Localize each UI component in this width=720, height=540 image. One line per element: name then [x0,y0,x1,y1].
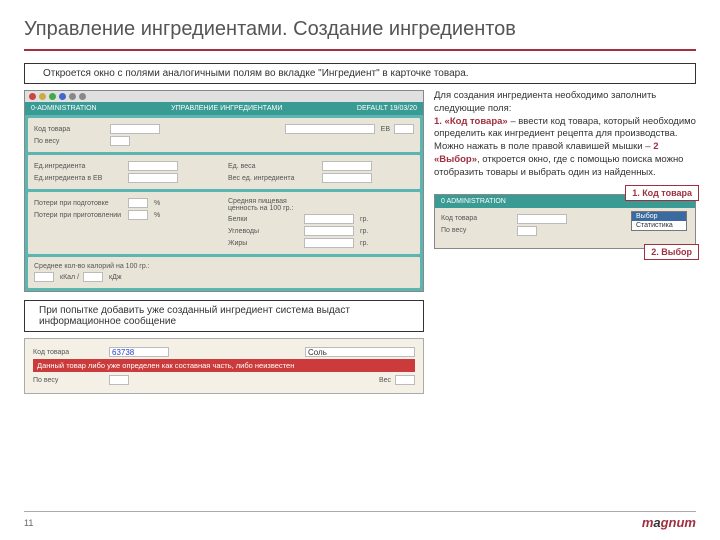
section-4: Среднее кол-во калорий на 100 гр.: кКал … [28,257,420,288]
footer: 11 magnum [24,511,696,530]
mini-kod-input[interactable] [517,214,567,224]
menu-statistika[interactable]: Статистика [632,221,686,230]
instructions: Для создания ингредиента необходимо запо… [434,90,696,180]
note-top: Откроется окно с полями аналогичными пол… [24,63,696,84]
window-titlebar [25,91,423,102]
po-vesu-checkbox[interactable] [110,136,130,146]
section-3: Потери при подготовке% Потери при пригот… [28,192,420,254]
logo: magnum [642,515,696,530]
callout-2: 2. Выбор [644,244,699,260]
error-panel: Код товара 63738 Соль Данный товар либо … [24,338,424,394]
app-window: 0-ADMINISTRATIONУПРАВЛЕНИЕ ИНГРЕДИЕНТАМИ… [24,90,424,292]
menu-vybor[interactable]: Выбор [632,212,686,221]
page-number: 11 [24,518,33,528]
app-header: 0-ADMINISTRATIONУПРАВЛЕНИЕ ИНГРЕДИЕНТАМИ… [25,102,423,115]
error-message: Данный товар либо уже определен как сост… [33,359,415,372]
mini-poves-checkbox[interactable] [517,226,537,236]
page-title: Управление ингредиентами. Создание ингре… [24,18,696,41]
kod-tovara-input[interactable] [110,124,160,134]
mini-window: 1. Код товара 0 ADMINISTRATION Код товар… [434,194,696,249]
section-2: Ед.ингредиента Ед.ингредиента в ЕВ Ед. в… [28,155,420,189]
note-bottom: При попытке добавить уже созданный ингре… [24,300,424,332]
context-menu[interactable]: Выбор Статистика [631,211,687,231]
callout-1: 1. Код товара [625,185,699,201]
section-1: Код товара ЕВ По весу [28,118,420,152]
title-rule [24,49,696,51]
